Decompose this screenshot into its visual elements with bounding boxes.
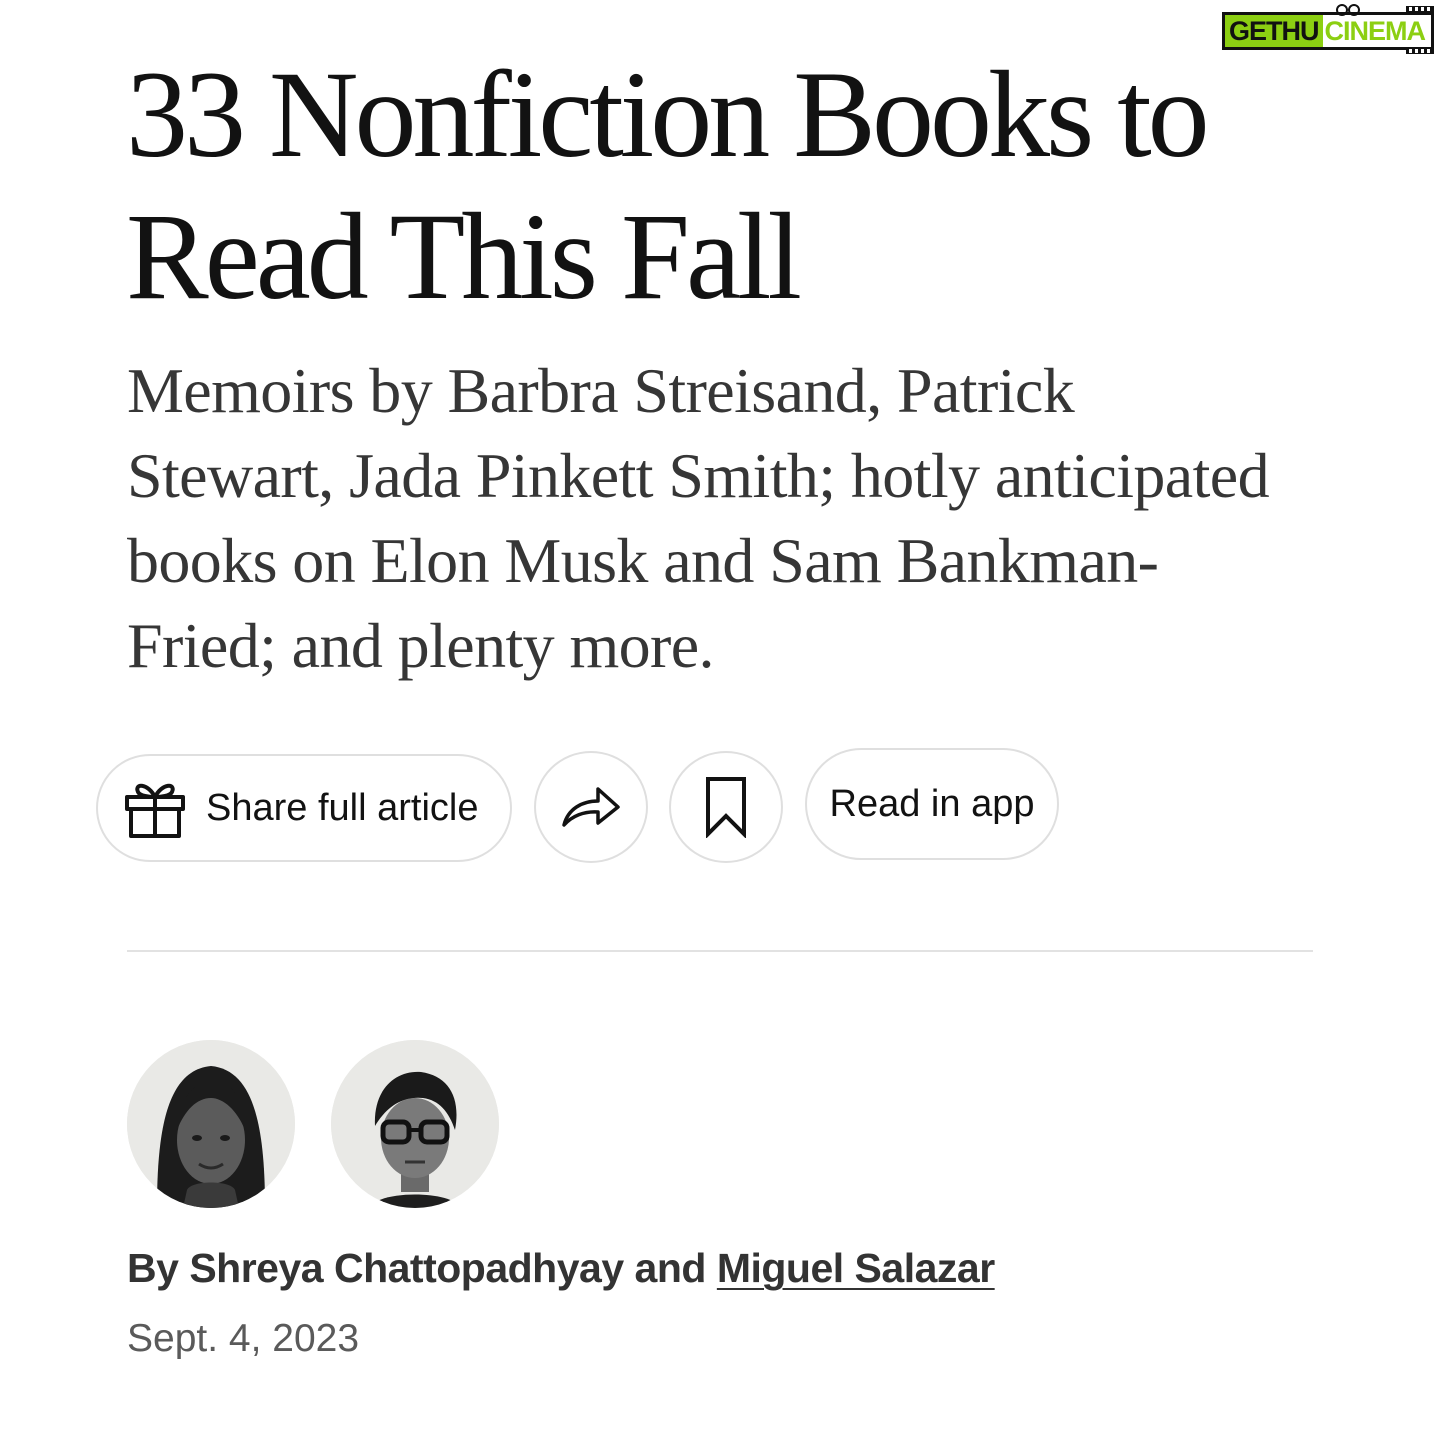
byline: By Shreya Chattopadhyay and Miguel Salaz… (127, 1238, 995, 1298)
read-in-app-label: Read in app (829, 782, 1035, 825)
read-in-app-button[interactable]: Read in app (805, 748, 1059, 860)
section-divider (127, 950, 1313, 952)
watermark-text-cinema: CINEMA (1324, 16, 1426, 46)
gift-icon (124, 777, 186, 839)
author-portrait-image (331, 1040, 499, 1208)
author-avatar-miguel[interactable] (331, 1040, 499, 1208)
author-portrait-image (127, 1040, 295, 1208)
watermark-text-gethu: GETHU (1225, 15, 1323, 47)
bookmark-icon (704, 776, 748, 838)
publish-date: Sept. 4, 2023 (127, 1317, 360, 1360)
byline-prefix: By (127, 1245, 179, 1291)
article-summary: Memoirs by Barbra Streisand, Patrick Ste… (127, 355, 1270, 681)
byline-author-1: Shreya Chattopadhyay (189, 1245, 624, 1291)
byline-conjunction: and (634, 1245, 707, 1291)
article-action-bar: Share full article Read in app (96, 748, 1076, 864)
share-arrow-icon (560, 785, 622, 829)
share-button[interactable] (534, 751, 648, 863)
author-link-miguel-salazar[interactable]: Miguel Salazar (717, 1245, 995, 1291)
author-avatar-shreya[interactable] (127, 1040, 295, 1208)
share-full-article-label: Share full article (206, 786, 479, 829)
save-bookmark-button[interactable] (669, 751, 783, 863)
share-full-article-button[interactable]: Share full article (96, 754, 512, 862)
article-headline: 33 Nonfiction Books to Read This Fall (126, 46, 1210, 325)
